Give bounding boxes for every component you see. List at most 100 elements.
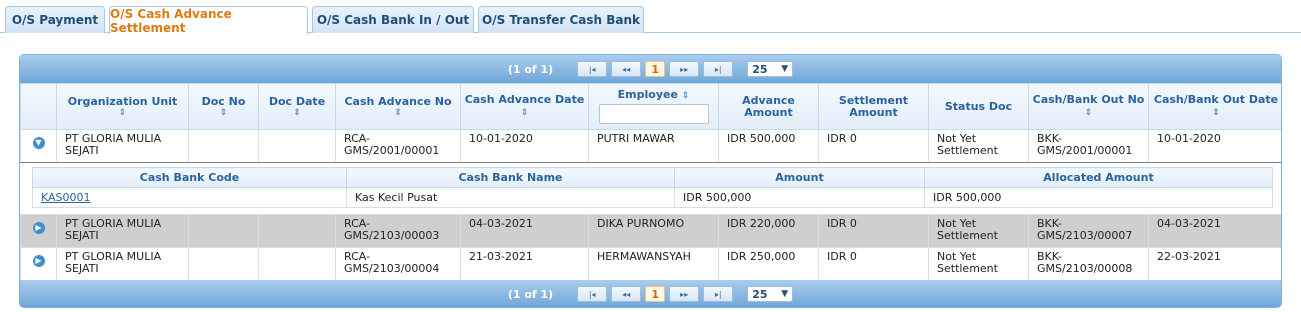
tab-bar: O/S Payment O/S Cash Advance Settlement … [0, 0, 1301, 35]
page-size-select[interactable]: 25 ▼ [747, 286, 794, 302]
cash-advance-date-cell: 04-03-2021 [460, 214, 589, 248]
sort-icon: ⇕ [1084, 108, 1093, 118]
col-advance-amount: Advance Amount [718, 83, 819, 130]
sort-icon: ⇕ [1212, 108, 1220, 118]
col-cash-bank-code: Cash Bank Code [32, 167, 347, 188]
first-page-button[interactable]: |◂ [577, 61, 608, 77]
amount-cell: IDR 500,000 [674, 187, 925, 208]
cash-advance-no-cell: RCA-GMS/2103/00004 [335, 247, 461, 281]
employee-cell: HERMAWANSYAH [588, 247, 719, 281]
col-cash-bank-out-no[interactable]: Cash/Bank Out No ⇕ [1028, 83, 1149, 130]
org-unit-cell: PT GLORIA MULIA SEJATI [56, 214, 189, 248]
next-page-button[interactable]: ▸▸ [669, 61, 700, 77]
expander-cell[interactable]: ▶ [20, 214, 57, 248]
doc-no-cell [188, 247, 259, 281]
sort-icon: ⇕ [681, 91, 690, 101]
cash-bank-out-date-cell: 04-03-2021 [1148, 214, 1281, 248]
col-doc-no[interactable]: Doc No ⇕ [188, 83, 259, 130]
col-cash-advance-date[interactable]: Cash Advance Date ⇕ [460, 83, 589, 130]
cash-bank-code-link[interactable]: KAS0001 [41, 191, 91, 204]
tab-os-transfer-cash-bank[interactable]: O/S Transfer Cash Bank [478, 6, 644, 33]
col-cash-bank-name: Cash Bank Name [346, 167, 675, 188]
page-size-value: 25 [752, 62, 768, 76]
status-cell: Not Yet Settlement [928, 214, 1029, 248]
detail-row-item: KAS0001 Kas Kecil Pusat IDR 500,000 IDR … [32, 187, 1273, 208]
chevron-right-icon[interactable]: ▶ [32, 222, 45, 234]
sort-icon: ⇕ [219, 107, 228, 118]
pager-top: (1 of 1) |◂ ◂◂ 1 ▸▸ ▸| 25 ▼ [20, 55, 1281, 83]
last-page-button[interactable]: ▸| [703, 286, 734, 302]
cash-bank-out-no-cell: BKK-GMS/2103/00007 [1028, 214, 1149, 248]
cash-bank-name-cell: Kas Kecil Pusat [346, 187, 675, 208]
sort-icon: ⇕ [118, 107, 127, 118]
first-page-button[interactable]: |◂ [577, 286, 608, 302]
col-employee[interactable]: Employee ⇕ [588, 83, 719, 130]
last-page-button[interactable]: ▸| [703, 61, 734, 77]
table-row[interactable]: ▼ PT GLORIA MULIA SEJATI RCA-GMS/2001/00… [20, 129, 1281, 163]
next-page-button[interactable]: ▸▸ [669, 286, 700, 302]
col-allocated-amount: Allocated Amount [924, 167, 1273, 188]
doc-no-cell [188, 129, 259, 163]
doc-date-cell [258, 129, 336, 163]
prev-page-button[interactable]: ◂◂ [611, 286, 642, 302]
cash-advance-no-cell: RCA-GMS/2103/00003 [335, 214, 461, 248]
col-amount: Amount [674, 167, 925, 188]
cash-advance-date-cell: 10-01-2020 [460, 129, 589, 163]
tab-os-payment[interactable]: O/S Payment [5, 6, 105, 33]
org-unit-cell: PT GLORIA MULIA SEJATI [56, 129, 189, 163]
allocated-amount-cell: IDR 500,000 [924, 187, 1273, 208]
prev-page-button[interactable]: ◂◂ [611, 61, 642, 77]
doc-no-cell [188, 214, 259, 248]
col-doc-date[interactable]: Doc Date ⇕ [258, 83, 336, 130]
cash-bank-out-date-cell: 10-01-2020 [1148, 129, 1281, 163]
col-org-unit[interactable]: Organization Unit ⇕ [56, 83, 189, 130]
employee-cell: DIKA PURNOMO [588, 214, 719, 248]
settlement-grid: (1 of 1) |◂ ◂◂ 1 ▸▸ ▸| 25 ▼ Organization… [19, 54, 1282, 308]
cash-bank-out-no-cell: BKK-GMS/2103/00008 [1028, 247, 1149, 281]
current-page-button[interactable]: 1 [645, 286, 666, 302]
col-settlement-amount: Settlement Amount [818, 83, 929, 130]
table-row[interactable]: ▶ PT GLORIA MULIA SEJATI RCA-GMS/2103/00… [20, 214, 1281, 248]
employee-cell: PUTRI MAWAR [588, 129, 719, 163]
col-cash-bank-out-date[interactable]: Cash/Bank Out Date ⇕ [1148, 83, 1281, 130]
col-status-doc: Status Doc [928, 83, 1029, 130]
employee-filter-input[interactable] [598, 104, 709, 124]
page-count: (1 of 1) [507, 62, 554, 76]
status-cell: Not Yet Settlement [928, 129, 1029, 163]
chevron-down-icon: ▼ [781, 64, 789, 74]
advance-amount-cell: IDR 250,000 [718, 247, 819, 281]
header-row: Organization Unit ⇕ Doc No ⇕ Doc Date ⇕ Cas… [20, 83, 1281, 130]
detail-table: Cash Bank Code Cash Bank Name Amount All… [32, 167, 1273, 208]
sort-icon: ⇕ [394, 107, 402, 118]
cash-bank-out-date-cell: 22-03-2021 [1148, 247, 1281, 281]
advance-amount-cell: IDR 220,000 [718, 214, 819, 248]
settlement-amount-cell: IDR 0 [818, 214, 929, 248]
settlement-amount-cell: IDR 0 [818, 129, 929, 163]
doc-date-cell [258, 214, 336, 248]
current-page-button[interactable]: 1 [645, 61, 666, 77]
settlement-amount-cell: IDR 0 [818, 247, 929, 281]
cash-advance-date-cell: 21-03-2021 [460, 247, 589, 281]
sort-icon: ⇕ [520, 108, 529, 118]
pager-bottom: (1 of 1) |◂ ◂◂ 1 ▸▸ ▸| 25 ▼ [20, 280, 1281, 307]
tab-os-cash-bank-in-out[interactable]: O/S Cash Bank In / Out [312, 6, 474, 33]
status-cell: Not Yet Settlement [928, 247, 1029, 281]
sort-icon: ⇕ [293, 107, 301, 118]
tab-os-cash-advance-settlement[interactable]: O/S Cash Advance Settlement [109, 6, 308, 35]
cash-advance-no-cell: RCA-GMS/2001/00001 [335, 129, 461, 163]
chevron-down-icon[interactable]: ▼ [32, 137, 45, 149]
page-size-select[interactable]: 25 ▼ [747, 61, 794, 77]
org-unit-cell: PT GLORIA MULIA SEJATI [56, 247, 189, 281]
cash-bank-out-no-cell: BKK-GMS/2001/00001 [1028, 129, 1149, 163]
col-cash-advance-no[interactable]: Cash Advance No ⇕ [335, 83, 461, 130]
expander-cell[interactable]: ▼ [20, 129, 57, 163]
cash-bank-code-cell: KAS0001 [32, 187, 347, 208]
doc-date-cell [258, 247, 336, 281]
detail-header-row: Cash Bank Code Cash Bank Name Amount All… [32, 167, 1273, 188]
table-row[interactable]: ▶ PT GLORIA MULIA SEJATI RCA-GMS/2103/00… [20, 247, 1281, 281]
advance-amount-cell: IDR 500,000 [718, 129, 819, 163]
chevron-right-icon[interactable]: ▶ [32, 255, 45, 267]
page-count: (1 of 1) [507, 287, 554, 301]
chevron-down-icon: ▼ [781, 289, 789, 299]
expander-cell[interactable]: ▶ [20, 247, 57, 281]
